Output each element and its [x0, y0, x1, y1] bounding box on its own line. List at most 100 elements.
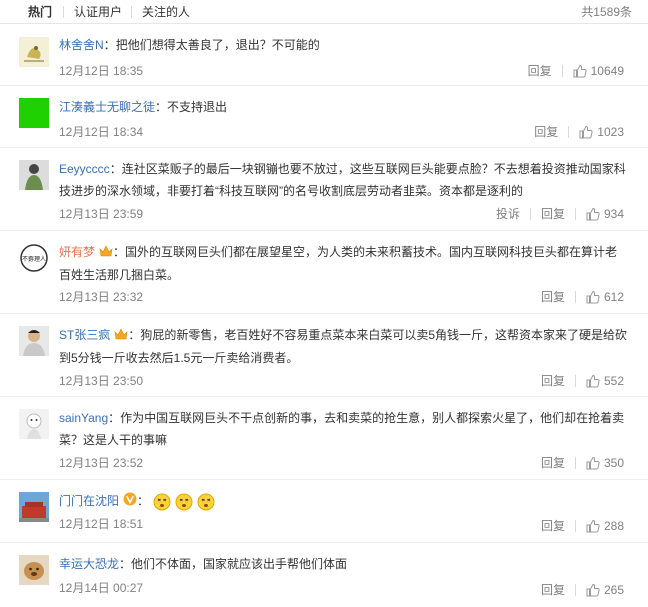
report-button[interactable]: 投诉 [496, 206, 520, 222]
username-separator: ： [103, 38, 116, 52]
comment-text: 他们不体面，国家就应该出手帮他们体面 [131, 557, 348, 571]
tab-hot[interactable]: 热门 [28, 4, 52, 20]
comment-time: 12月13日 23:59 [59, 207, 144, 221]
comment-item: 门门在沈阳 ： 12月12日 18:51 回复 288 [0, 480, 648, 543]
user-avatar[interactable] [19, 98, 49, 128]
username-separator: ： [128, 328, 141, 342]
username-link[interactable]: 妍有梦 [59, 245, 95, 259]
dizzy-face-emoji-icon [153, 493, 171, 511]
username-link[interactable]: 林舍舍N [59, 38, 104, 52]
comment-item: Eeyycccc：连社区菜贩子的最后一块钢镚也要不放过，这些互联网巨头能要点脸？… [0, 148, 648, 231]
user-avatar[interactable] [19, 555, 49, 585]
reply-button[interactable]: 回复 [541, 206, 565, 222]
user-avatar[interactable] [19, 326, 49, 356]
comment-time: 12月14日 00:27 [59, 581, 144, 595]
action-divider [574, 520, 576, 532]
comment-item: 不孬理人 妍有梦 ：国外的互联网巨头们都在展望星空，为人类的未来积蓄技术。国内互联… [0, 231, 648, 314]
action-divider [574, 208, 576, 220]
comment-item: sainYang：作为中国互联网巨头不干点创新的事，去和卖菜的抢生意，别人都探索… [0, 397, 648, 480]
action-divider [574, 291, 576, 303]
thumbs-up-icon [579, 125, 593, 139]
avatar-text: 不孬理人 [22, 256, 46, 263]
user-avatar[interactable] [19, 409, 49, 439]
user-avatar[interactable] [19, 160, 49, 190]
comment-item: 幸运大恐龙：他们不体面，国家就应该出手帮他们体面 12月14日 00:27 回复… [0, 543, 648, 607]
comment-time: 12月13日 23:32 [59, 290, 144, 304]
like-button[interactable]: 265 [586, 582, 624, 598]
username-separator: ： [137, 494, 150, 508]
action-divider [574, 457, 576, 469]
username-separator: ： [155, 100, 168, 114]
username-link[interactable]: 江湊義士无聊之徒 [59, 100, 155, 114]
like-button[interactable]: 552 [586, 373, 624, 389]
user-avatar[interactable] [19, 37, 49, 67]
username-separator: ： [109, 162, 122, 176]
comment-count: 共1589条 [581, 5, 632, 19]
like-button[interactable]: 612 [586, 289, 624, 305]
tab-verified[interactable]: 认证用户 [74, 4, 122, 20]
like-button[interactable]: 10649 [573, 63, 624, 79]
dizzy-face-emoji-icon [175, 493, 193, 511]
comment-item: 林舍舍N：把他们想得太善良了，退出？不可能的 12月12日 18:35 回复 1… [0, 24, 648, 86]
comment-time: 12月13日 23:50 [59, 374, 144, 388]
comment-item: ST张三疯 ：狗屁的新零售，老百姓好不容易重点菜本来白菜可以卖5角钱一斤，这帮资本… [0, 314, 648, 397]
reply-button[interactable]: 回复 [534, 124, 558, 140]
tab-divider [63, 6, 64, 18]
reply-button[interactable]: 回复 [541, 518, 565, 534]
comment-tabs: 热门 认证用户 关注的人 共1589条 [0, 0, 648, 24]
username-link[interactable]: sainYang [59, 411, 108, 425]
user-avatar[interactable] [19, 492, 49, 522]
comment-time: 12月12日 18:35 [59, 64, 144, 78]
comment-text: 国外的互联网巨头们都在展望星空，为人类的未来积蓄技术。国内互联网科技巨头都在算计… [59, 245, 618, 282]
action-divider [561, 65, 563, 77]
tab-divider [131, 6, 132, 18]
like-button[interactable]: 350 [586, 455, 624, 471]
comment-text: 把他们想得太善良了，退出？不可能的 [115, 38, 320, 52]
dizzy-face-emoji-icon [197, 493, 215, 511]
tab-following[interactable]: 关注的人 [142, 4, 190, 20]
username-separator: ： [108, 411, 121, 425]
comment-time: 12月12日 18:51 [59, 517, 144, 531]
action-divider [574, 375, 576, 387]
like-button[interactable]: 1023 [579, 124, 624, 140]
like-count: 10649 [590, 64, 624, 78]
like-button[interactable]: 288 [586, 518, 624, 534]
comment-time: 12月12日 18:34 [59, 125, 144, 139]
thumbs-up-icon [573, 64, 587, 78]
comment-text: 连社区菜贩子的最后一块钢镚也要不放过，这些互联网巨头能要点脸？不去想着投资推动国… [59, 162, 626, 198]
comment-item: 江湊義士无聊之徒：不支持退出 12月12日 18:34 回复 1023 [0, 86, 648, 148]
thumbs-up-icon [586, 583, 600, 597]
reply-button[interactable]: 回复 [541, 455, 565, 471]
thumbs-up-icon [586, 207, 600, 221]
vip-crown-icon [114, 325, 128, 347]
user-avatar[interactable]: 不孬理人 [19, 243, 49, 273]
action-divider [529, 208, 531, 220]
verified-v-icon [123, 491, 137, 513]
reply-button[interactable]: 回复 [541, 582, 565, 598]
reply-button[interactable]: 回复 [541, 373, 565, 389]
thumbs-up-icon [586, 290, 600, 304]
thumbs-up-icon [586, 519, 600, 533]
thumbs-up-icon [586, 456, 600, 470]
comment-text: 狗屁的新零售，老百姓好不容易重点菜本来白菜可以卖5角钱一斤，这帮资本家来了硬是给… [59, 328, 628, 365]
like-count: 265 [603, 583, 624, 597]
username-link[interactable]: 幸运大恐龙 [59, 557, 119, 571]
username-link[interactable]: ST张三疯 [59, 328, 110, 342]
username-separator: ： [113, 245, 126, 259]
action-divider [568, 126, 570, 138]
username-link[interactable]: 门门在沈阳 [59, 494, 119, 508]
like-count: 350 [603, 456, 624, 470]
like-count: 612 [603, 290, 624, 304]
username-link[interactable]: Eeyycccc [59, 162, 110, 176]
like-count: 934 [603, 207, 624, 221]
like-button[interactable]: 934 [586, 206, 624, 222]
comment-text: 不支持退出 [167, 100, 228, 114]
reply-button[interactable]: 回复 [528, 63, 552, 79]
reply-button[interactable]: 回复 [541, 289, 565, 305]
thumbs-up-icon [586, 374, 600, 388]
like-count: 288 [603, 519, 624, 533]
action-divider [574, 584, 576, 596]
comment-time: 12月13日 23:52 [59, 456, 144, 470]
vip-crown-icon [99, 242, 113, 264]
username-separator: ： [119, 557, 132, 571]
